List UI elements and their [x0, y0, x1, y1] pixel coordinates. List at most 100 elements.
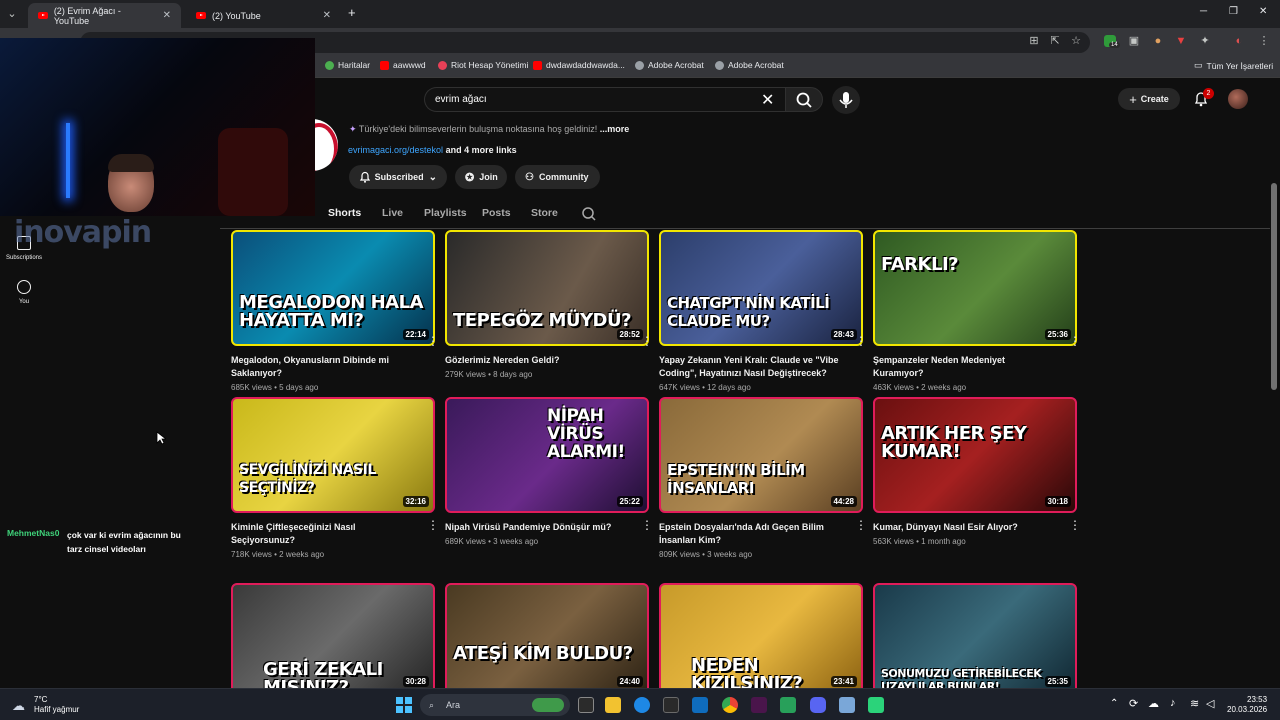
restore-icon[interactable]: ❐ — [1229, 6, 1238, 17]
video-card[interactable]: ARTIK HER ŞEY KUMAR! 30:18 Kumar, Dünyayı… — [873, 397, 1081, 546]
video-thumbnail[interactable]: ATEŞİ KİM BULDU? 24:40 — [445, 583, 649, 699]
file-explorer-icon[interactable] — [605, 697, 621, 713]
tray-app-icon[interactable]: ⟳ — [1129, 697, 1138, 710]
video-card[interactable]: TEPEGÖZ MÜYDÜ? 28:52 Gözlerimiz Nereden G… — [445, 230, 653, 379]
tab-search-chevron-icon[interactable]: ⌄ — [6, 8, 18, 20]
video-title[interactable]: Kumar, Dünyayı Nasıl Esir Alıyor? — [873, 521, 1055, 534]
video-thumbnail[interactable]: FARKLI? 25:36 — [873, 230, 1077, 346]
video-thumbnail[interactable]: EPSTEIN'IN BİLİM İNSANLARI 44:28 — [659, 397, 863, 513]
channel-link[interactable]: evrimagaci.org/destekol — [348, 145, 443, 155]
video-title[interactable]: Kiminle Çiftleşeceğinizi Nasıl Seçiyorsu… — [231, 521, 413, 547]
video-title[interactable]: Megalodon, Okyanusların Dibinde mi Sakla… — [231, 354, 413, 380]
community-button[interactable]: ⚇ Community — [515, 165, 600, 189]
discord-icon[interactable] — [810, 697, 826, 713]
video-thumbnail[interactable]: CHATGPT'NİN KATİLİ CLAUDE MU? 28:43 — [659, 230, 863, 346]
create-button[interactable]: + Create — [1118, 88, 1180, 110]
video-thumbnail[interactable]: ARTIK HER ŞEY KUMAR! 30:18 — [873, 397, 1077, 513]
tab-shorts[interactable]: Shorts — [328, 207, 361, 219]
sidebar-item-you[interactable]: You — [0, 280, 48, 305]
join-button[interactable]: ✪ Join — [455, 165, 507, 189]
all-bookmarks-button[interactable]: ▭ Tüm Yer İşaretleri — [1194, 60, 1273, 71]
bookmark-item[interactable]: Adobe Acrobat — [715, 60, 784, 70]
video-thumbnail[interactable]: MEGALODON HALA HAYATTA MI? 22:14 — [231, 230, 435, 346]
tab-playlists[interactable]: Playlists — [424, 207, 467, 219]
task-view-icon[interactable] — [578, 697, 594, 713]
app-icon[interactable] — [780, 697, 796, 713]
app-icon[interactable] — [839, 697, 855, 713]
page-scrollbar[interactable] — [1271, 183, 1277, 390]
tray-chevron-icon[interactable]: ⌃ — [1110, 698, 1118, 709]
close-window-icon[interactable]: ✕ — [1259, 6, 1267, 17]
extension-icon[interactable]: ▣ — [1128, 35, 1140, 47]
tab-posts[interactable]: Posts — [482, 207, 511, 219]
more-options-icon[interactable]: ⋮ — [1069, 335, 1081, 347]
search-button[interactable] — [785, 87, 823, 112]
taskbar-clock[interactable]: 23:53 20.03.2026 — [1227, 695, 1267, 715]
clear-search-icon[interactable]: ✕ — [761, 90, 774, 110]
more-options-icon[interactable]: ⋮ — [855, 335, 867, 347]
more-options-icon[interactable]: ⋮ — [1069, 519, 1081, 531]
bookmark-star-icon[interactable]: ☆ — [1070, 35, 1082, 47]
video-thumbnail[interactable]: TEPEGÖZ MÜYDÜ? 28:52 — [445, 230, 649, 346]
video-card[interactable]: MEGALODON HALA HAYATTA MI? 22:14 Megalodo… — [231, 230, 439, 392]
video-thumbnail[interactable]: NİPAH VİRÜS ALARMI! 25:22 — [445, 397, 649, 513]
extension-icon[interactable]: ▼ — [1175, 35, 1187, 47]
profile-icon[interactable]: ◐ — [1233, 35, 1245, 47]
video-thumbnail[interactable]: SEVGİLİNİZİ NASIL SEÇTİNİZ? 32:16 — [231, 397, 435, 513]
video-title[interactable]: Epstein Dosyaları'nda Adı Geçen Bilim İn… — [659, 521, 841, 547]
extensions-puzzle-icon[interactable]: ✦ — [1199, 35, 1211, 47]
channel-search-icon[interactable] — [581, 206, 597, 222]
video-card[interactable]: SEVGİLİNİZİ NASIL SEÇTİNİZ? 32:16 Kiminle… — [231, 397, 439, 559]
video-title[interactable]: Şempanzeler Neden Medeniyet Kuramıyor? — [873, 354, 1055, 380]
channel-description[interactable]: ✦ Türkiye'deki bilimseverlerin buluşma n… — [349, 124, 629, 135]
chrome-icon[interactable] — [722, 697, 738, 713]
close-tab-icon[interactable]: ✕ — [163, 10, 171, 21]
more-links-button[interactable]: and 4 more links — [446, 145, 517, 155]
more-options-icon[interactable]: ⋮ — [641, 519, 653, 531]
more-link[interactable]: ...more — [600, 124, 630, 134]
more-options-icon[interactable]: ⋮ — [641, 335, 653, 347]
tab-live[interactable]: Live — [382, 207, 403, 219]
video-title[interactable]: Yapay Zekanın Yeni Kralı: Claude ve "Vib… — [659, 354, 841, 380]
more-options-icon[interactable]: ⋮ — [855, 519, 867, 531]
video-title[interactable]: Gözlerimiz Nereden Geldi? — [445, 354, 627, 367]
video-card[interactable]: CHATGPT'NİN KATİLİ CLAUDE MU? 28:43 Yapay… — [659, 230, 867, 392]
microphone-icon[interactable]: ♪ — [1170, 697, 1176, 709]
video-card[interactable]: GERİ ZEKALI MISINIZ?30:28 — [231, 583, 435, 699]
video-card[interactable]: FARKLI? 25:36 Şempanzeler Neden Medeniyet… — [873, 230, 1081, 392]
voice-search-button[interactable] — [832, 86, 860, 114]
bookmark-item[interactable]: dwdawdaddwawda... — [533, 60, 625, 70]
bookmark-item[interactable]: Haritalar — [325, 60, 370, 70]
cloud-icon[interactable]: ☁ — [1148, 697, 1159, 710]
store-icon[interactable] — [663, 697, 679, 713]
close-tab-icon[interactable]: ✕ — [323, 10, 331, 21]
video-card[interactable]: ATEŞİ KİM BULDU? 24:40 — [445, 583, 649, 699]
volume-icon[interactable]: ◁ — [1206, 697, 1214, 710]
tab-evrim-agaci[interactable]: (2) Evrim Ağacı - YouTube ✕ — [28, 3, 181, 28]
account-avatar[interactable] — [1228, 89, 1248, 109]
bookmark-item[interactable]: Riot Hesap Yönetimi — [438, 60, 528, 70]
install-app-icon[interactable]: ⇱ — [1049, 35, 1061, 47]
taskbar-search[interactable]: ⌕ Ara — [420, 694, 570, 716]
bookmark-item[interactable]: Adobe Acrobat — [635, 60, 704, 70]
video-card[interactable]: EPSTEIN'IN BİLİM İNSANLARI 44:28 Epstein … — [659, 397, 867, 559]
outlook-icon[interactable] — [692, 697, 708, 713]
video-thumbnail[interactable]: NEDEN KIZILSINIZ? 23:41 — [659, 583, 863, 699]
video-thumbnail[interactable]: SONUMUZU GETİREBİLECEK UZAYLILAR BUNLAR!… — [873, 583, 1077, 699]
minimize-icon[interactable]: ─ — [1200, 6, 1207, 17]
video-card[interactable]: NEDEN KIZILSINIZ? 23:41 — [659, 583, 863, 699]
extension-icon[interactable]: ● — [1152, 35, 1164, 47]
translate-icon[interactable]: ⊞ — [1028, 35, 1040, 47]
bookmark-item[interactable]: aawwwd — [380, 60, 426, 70]
new-tab-icon[interactable]: + — [348, 5, 356, 20]
weather-widget[interactable]: 7°C Hafif yağmur — [34, 695, 79, 715]
video-title[interactable]: Nipah Virüsü Pandemiye Dönüşür mü? — [445, 521, 627, 534]
app-icon[interactable] — [868, 697, 884, 713]
search-input[interactable]: evrim ağacı ✕ — [424, 87, 785, 112]
video-card[interactable]: NİPAH VİRÜS ALARMI! 25:22 Nipah Virüsü Pa… — [445, 397, 653, 546]
video-card[interactable]: SONUMUZU GETİREBİLECEK UZAYLILAR BUNLAR!… — [873, 583, 1077, 699]
video-thumbnail[interactable]: GERİ ZEKALI MISINIZ?30:28 — [231, 583, 435, 699]
browser-menu-icon[interactable]: ⋮ — [1258, 35, 1270, 47]
tab-store[interactable]: Store — [531, 207, 558, 219]
edge-icon[interactable] — [634, 697, 650, 713]
